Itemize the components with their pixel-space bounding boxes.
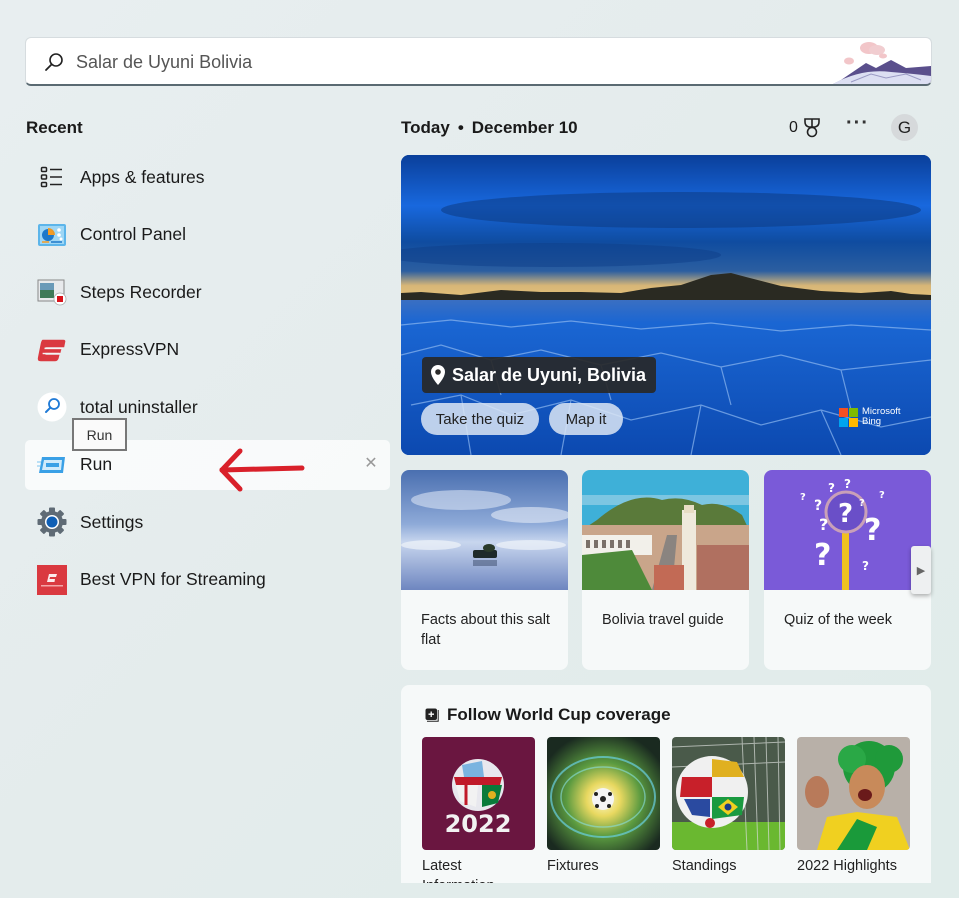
tile-standings[interactable]: Standings xyxy=(672,737,785,876)
more-options-button[interactable]: ··· xyxy=(846,112,869,135)
location-text: Salar de Uyuni, Bolivia xyxy=(452,364,647,385)
tile-latest-information[interactable]: 2022 Latest Information xyxy=(422,737,535,883)
recent-item-label: Apps & features xyxy=(80,166,205,187)
card-caption: Bolivia travel guide xyxy=(602,612,724,628)
separator-dot: • xyxy=(457,118,464,137)
stadium-ball-image xyxy=(547,737,660,850)
recent-item-best-vpn[interactable]: Best VPN for Streaming xyxy=(25,555,390,605)
location-label[interactable]: Salar de Uyuni, Bolivia xyxy=(422,357,657,393)
search-input[interactable] xyxy=(76,46,836,78)
rewards-points-button[interactable]: 0 xyxy=(789,117,822,139)
search-box[interactable] xyxy=(25,37,932,86)
next-cards-button[interactable]: ▶ xyxy=(911,546,931,594)
search-icon xyxy=(37,392,67,422)
tile-overlay-text: 2022 xyxy=(445,810,512,838)
tile-label: 2022 Highlights xyxy=(797,858,897,874)
recent-item-label: Control Panel xyxy=(80,224,187,244)
run-tooltip: Run xyxy=(72,418,127,451)
svg-text:?: ? xyxy=(814,498,822,514)
salt-flat-car-image xyxy=(401,470,568,590)
svg-text:?: ? xyxy=(814,538,831,573)
recent-item-label: total uninstaller xyxy=(80,396,198,417)
svg-text:?: ? xyxy=(828,481,835,495)
microsoft-bing-logo: Microsoft Bing xyxy=(839,407,901,427)
today-label: Today xyxy=(401,118,450,137)
svg-text:?: ? xyxy=(800,492,806,503)
world-cup-title: Follow World Cup coverage xyxy=(447,705,671,724)
recent-item-label: Best VPN for Streaming xyxy=(80,569,266,589)
tile-fixtures[interactable]: Fixtures xyxy=(547,737,660,876)
add-follow-icon xyxy=(425,708,439,722)
today-date-heading: Today • December 10 xyxy=(401,118,578,138)
card-caption: Facts about this salt flat xyxy=(421,612,550,648)
list-icon xyxy=(37,162,67,192)
card-salt-flat-facts[interactable]: Facts about this salt flat xyxy=(401,470,568,670)
location-pin-icon xyxy=(431,365,445,385)
sucre-city-image xyxy=(582,470,749,590)
quiz-magnifier-image: ? ? ? ? ? ? ? ? ? ? ? xyxy=(764,470,931,590)
recent-item-label: Settings xyxy=(80,511,144,532)
user-avatar[interactable]: G xyxy=(891,114,918,141)
red-arrow-annotation xyxy=(219,448,305,492)
expressvpn-icon xyxy=(37,335,67,365)
rewards-points-count: 0 xyxy=(789,119,798,136)
play-arrow-icon: ▶ xyxy=(916,564,926,577)
microsoft-logo-icon xyxy=(839,407,858,427)
map-it-button[interactable]: Map it xyxy=(549,403,623,435)
recent-item-steps-recorder[interactable]: Steps Recorder xyxy=(25,267,390,317)
control-panel-icon xyxy=(37,220,67,250)
search-icon xyxy=(45,53,63,71)
recent-item-label: ExpressVPN xyxy=(80,339,180,359)
recent-item-settings[interactable]: Settings xyxy=(25,497,390,547)
svg-text:?: ? xyxy=(879,490,885,501)
svg-text:?: ? xyxy=(862,559,869,573)
run-icon xyxy=(37,450,67,480)
world-cup-section: Follow World Cup coverage 2022 Latest In… xyxy=(401,685,931,883)
recent-item-control-panel[interactable]: Control Panel xyxy=(25,210,390,260)
world-cup-2022-image: 2022 xyxy=(422,737,535,850)
svg-text:?: ? xyxy=(864,513,881,548)
svg-text:?: ? xyxy=(819,515,828,534)
brand-line-2: Bing xyxy=(862,416,882,427)
steps-recorder-icon xyxy=(37,277,67,307)
svg-text:?: ? xyxy=(838,499,853,529)
expressvpn-web-icon xyxy=(37,564,67,595)
remove-from-recent-button[interactable]: ✕ xyxy=(362,455,380,473)
recent-heading: Recent xyxy=(26,118,83,137)
svg-text:?: ? xyxy=(844,477,851,491)
fans-celebrating-image xyxy=(797,737,910,850)
recent-item-label: Run xyxy=(80,454,113,474)
search-highlight-hero[interactable]: Salar de Uyuni, Bolivia Take the quiz Ma… xyxy=(401,155,931,455)
card-caption: Quiz of the week xyxy=(784,612,892,628)
gear-icon xyxy=(37,507,67,537)
search-highlight-illustration xyxy=(832,42,931,84)
card-quiz-of-the-week[interactable]: ? ? ? ? ? ? ? ? ? ? ? Quiz of the week xyxy=(764,470,931,670)
recent-item-expressvpn[interactable]: ExpressVPN xyxy=(25,325,390,375)
date-label: December 10 xyxy=(471,118,578,137)
recent-item-apps-features[interactable]: Apps & features xyxy=(25,152,390,202)
tile-label: Fixtures xyxy=(547,858,599,874)
tile-label: Standings xyxy=(672,858,737,874)
trophy-icon xyxy=(804,118,820,138)
recent-list: Apps & features Control Panel Steps Reco… xyxy=(25,152,390,612)
card-bolivia-travel-guide[interactable]: Bolivia travel guide xyxy=(582,470,749,670)
tile-label: Latest Information xyxy=(422,858,495,883)
tile-2022-highlights[interactable]: 2022 Highlights xyxy=(797,737,910,876)
take-the-quiz-button[interactable]: Take the quiz xyxy=(421,403,539,435)
svg-text:?: ? xyxy=(859,498,865,509)
world-cup-heading[interactable]: Follow World Cup coverage xyxy=(425,705,671,725)
recent-item-label: Steps Recorder xyxy=(80,281,202,302)
flag-ball-net-image xyxy=(672,737,785,850)
